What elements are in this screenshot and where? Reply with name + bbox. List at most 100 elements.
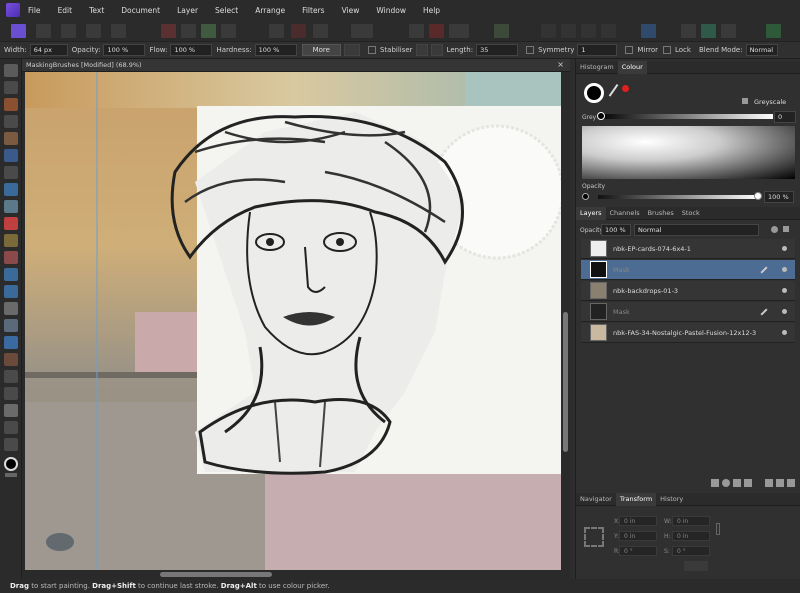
opacity-value-field[interactable]: 100 %: [764, 191, 794, 203]
menu-help[interactable]: Help: [423, 6, 440, 15]
document-tab[interactable]: MaskingBrushes [Modified] (68.9%) ×: [22, 59, 570, 72]
menu-edit[interactable]: Edit: [58, 6, 73, 15]
picker-icon[interactable]: [608, 83, 624, 101]
colour-spectrum[interactable]: [582, 126, 795, 179]
marquee-tool-icon[interactable]: [4, 166, 18, 179]
length-field[interactable]: 35: [476, 44, 519, 56]
blend-mode-select[interactable]: Normal: [745, 44, 778, 56]
link-icon[interactable]: [716, 523, 720, 535]
layer-blend-select[interactable]: Normal: [634, 224, 759, 236]
crop-tool-icon[interactable]: [4, 115, 18, 128]
layer-visibility-5[interactable]: [782, 330, 787, 335]
mesh-warp-tool-icon[interactable]: [4, 421, 18, 434]
grey-slider-knob[interactable]: [597, 112, 605, 120]
account-icon[interactable]: [765, 23, 782, 39]
layer-opacity-field[interactable]: 100 %: [601, 224, 631, 236]
boolean-xor-icon[interactable]: [600, 23, 617, 39]
blur-tool-icon[interactable]: [4, 336, 18, 349]
dodge-tool-icon[interactable]: [4, 268, 18, 281]
tab-brushes[interactable]: Brushes: [644, 209, 678, 217]
flow-field[interactable]: 100 %: [170, 44, 213, 56]
tab-navigator[interactable]: Navigator: [576, 495, 616, 503]
straighten-tool-icon[interactable]: [4, 132, 18, 145]
pen-tool-icon[interactable]: [4, 370, 18, 383]
tab-channels[interactable]: Channels: [606, 209, 644, 217]
tone-mapping-persona-icon[interactable]: [85, 23, 102, 39]
pixel-tool-icon[interactable]: [4, 234, 18, 247]
stabiliser-checkbox[interactable]: [367, 46, 376, 54]
grey-slider[interactable]: [598, 114, 773, 119]
menu-filters[interactable]: Filters: [302, 6, 324, 15]
horizontal-scrollbar[interactable]: [25, 570, 561, 579]
layer-visibility-1[interactable]: [782, 246, 787, 251]
quick-mask-icon[interactable]: [290, 23, 307, 39]
menu-window[interactable]: Window: [376, 6, 406, 15]
lock-icon[interactable]: [742, 98, 748, 104]
horizontal-scroll-thumb[interactable]: [160, 572, 272, 577]
width-field[interactable]: 64 px: [29, 44, 68, 56]
liquify-persona-icon[interactable]: [35, 23, 52, 39]
colour-icon[interactable]: [720, 23, 737, 39]
layer-row-2[interactable]: Mask: [581, 260, 795, 280]
new-layer-icon[interactable]: [776, 479, 784, 487]
x-field[interactable]: 0 in: [619, 516, 657, 526]
text-tool-icon[interactable]: [4, 404, 18, 417]
erase-brush-tool-icon[interactable]: [4, 251, 18, 264]
layer-visibility-2[interactable]: [782, 267, 787, 272]
auto-white-balance-icon[interactable]: [220, 23, 237, 39]
align-icon[interactable]: [640, 23, 657, 39]
mirror-checkbox[interactable]: [625, 46, 634, 54]
emoji-icon[interactable]: [493, 23, 510, 39]
pivot-icon[interactable]: [684, 561, 708, 571]
group-icon[interactable]: [765, 479, 773, 487]
primary-colour-swatch[interactable]: [4, 457, 18, 471]
tab-layers[interactable]: Layers: [576, 206, 606, 220]
layer-row-5[interactable]: nbk-FAS-34-Nostalgic-Pastel-Fusion-12x12…: [581, 323, 795, 343]
menu-select[interactable]: Select: [215, 6, 238, 15]
layer-row-1[interactable]: nbk-EP-cards-074-6x4-1: [581, 239, 795, 259]
flood-fill-tool-icon[interactable]: [4, 183, 18, 196]
menu-view[interactable]: View: [342, 6, 360, 15]
layer-row-4[interactable]: Mask: [581, 302, 795, 322]
h-field[interactable]: 0 in: [672, 531, 710, 541]
layer-row-3[interactable]: nbk-backdrops-01-3: [581, 281, 795, 301]
selection-brush-tool-icon[interactable]: [4, 149, 18, 162]
develop-persona-icon[interactable]: [60, 23, 77, 39]
opacity-slider-knob[interactable]: [754, 192, 762, 200]
export-persona-icon[interactable]: [110, 23, 127, 39]
tab-histogram[interactable]: Histogram: [576, 63, 618, 71]
boolean-intersect-icon[interactable]: [580, 23, 597, 39]
menu-layer[interactable]: Layer: [177, 6, 198, 15]
primary-colour-icon[interactable]: [584, 83, 604, 103]
menu-file[interactable]: File: [28, 6, 41, 15]
layer-visibility-3[interactable]: [782, 288, 787, 293]
layer-lock-icon[interactable]: [783, 226, 789, 232]
tab-stock[interactable]: Stock: [678, 209, 704, 217]
menu-text[interactable]: Text: [89, 6, 104, 15]
symmetry-checkbox[interactable]: [526, 46, 535, 54]
layer-visibility-4[interactable]: [782, 309, 787, 314]
hourglass-icon[interactable]: [744, 479, 752, 487]
symmetry-field[interactable]: 1: [577, 44, 618, 56]
gradient-tool-icon[interactable]: [4, 200, 18, 213]
assistant-icon[interactable]: [350, 23, 374, 39]
clone-tool-icon[interactable]: [4, 285, 18, 298]
canvas[interactable]: [25, 72, 561, 570]
s-field[interactable]: 0 °: [672, 546, 710, 556]
delete-layer-icon[interactable]: [787, 479, 795, 487]
mask-layer-icon[interactable]: [711, 479, 719, 487]
menu-arrange[interactable]: Arrange: [255, 6, 285, 15]
menu-document[interactable]: Document: [121, 6, 160, 15]
wet-edges-icon[interactable]: [343, 44, 360, 56]
arrange-front-icon[interactable]: [700, 23, 717, 39]
opacity-field[interactable]: 100 %: [103, 44, 146, 56]
close-document-icon[interactable]: ×: [557, 60, 564, 69]
photo-persona-icon[interactable]: [10, 23, 27, 39]
zoom-tool-icon[interactable]: [4, 438, 18, 451]
vertical-scroll-thumb[interactable]: [563, 312, 568, 452]
vertical-scrollbar[interactable]: [561, 72, 570, 570]
window-mode-icon[interactable]: [430, 44, 443, 56]
colour-model-select[interactable]: Greyscale: [751, 96, 796, 108]
levels-icon[interactable]: [160, 23, 177, 39]
fx-icon[interactable]: [733, 479, 741, 487]
